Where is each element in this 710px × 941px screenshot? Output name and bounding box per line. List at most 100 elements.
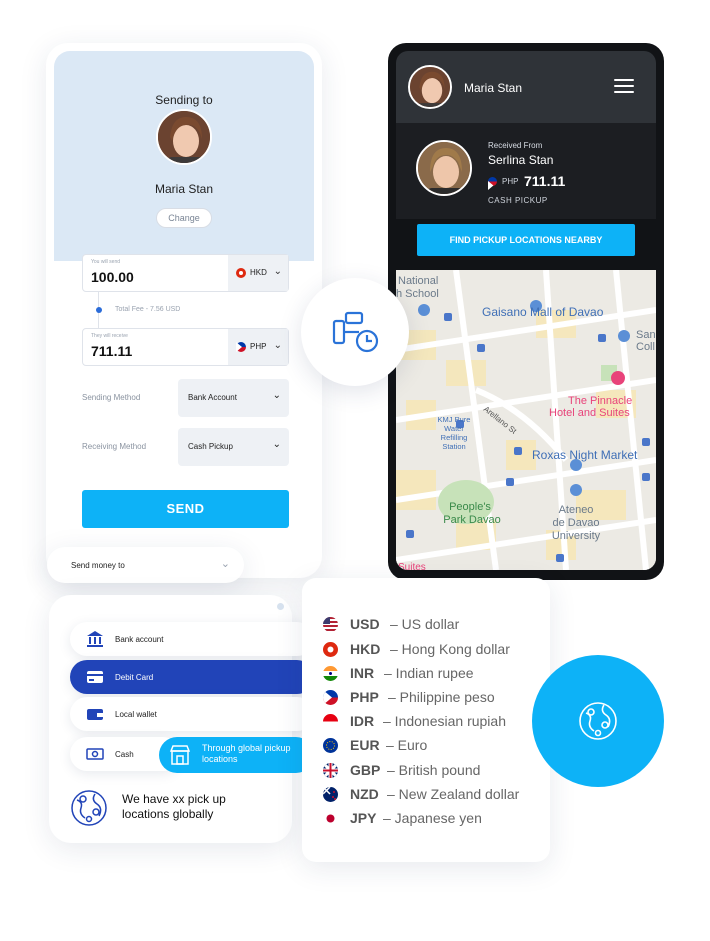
method-debit-card[interactable]: Debit Card	[70, 660, 314, 694]
us-flag-icon	[323, 617, 338, 632]
currency-code: PHP	[350, 689, 379, 705]
currency-code: NZD	[350, 786, 379, 802]
currency-name: – Hong Kong dollar	[390, 641, 510, 657]
receive-currency-select[interactable]: PHP ⌄	[228, 329, 288, 365]
user-avatar[interactable]	[408, 65, 452, 109]
send-currency-select[interactable]: HKD ⌄	[228, 255, 288, 291]
ph-flag-icon	[323, 690, 338, 705]
method-wallet-label: Local wallet	[115, 710, 157, 719]
svg-text:KMJ Pure: KMJ Pure	[438, 415, 471, 424]
currency-code: INR	[350, 665, 375, 681]
globe-pins-icon	[579, 702, 617, 740]
gb-flag-icon	[323, 763, 338, 778]
chevron-down-icon: ⌄	[220, 558, 230, 570]
wallet-icon	[87, 709, 103, 720]
global-pickup-label: Through global pickup locations	[202, 743, 291, 764]
svg-text:Suites: Suites	[398, 562, 426, 570]
currency-code: GBP	[350, 762, 381, 778]
send-button[interactable]: SEND	[82, 490, 289, 528]
currency-name: – Indonesian rupiah	[383, 713, 506, 729]
svg-text:SanColl: San Coll	[636, 329, 656, 353]
received-from-panel: Received From Serlina Stan PHP 711.11 CA…	[396, 123, 656, 219]
svg-text:Hotel and Suites: Hotel and Suites	[549, 407, 630, 419]
svg-text:de Davao: de Davao	[552, 517, 599, 529]
bank-icon	[87, 631, 103, 647]
receiving-method-select[interactable]: Cash Pickup ⌄	[178, 428, 289, 466]
in-flag-icon	[323, 666, 338, 681]
received-amount: 711.11	[524, 173, 566, 189]
user-name: Maria Stan	[464, 81, 523, 95]
svg-text:Station: Station	[442, 442, 465, 451]
currency-name: – US dollar	[390, 616, 460, 632]
receive-currency-code: PHP	[250, 342, 267, 351]
sending-method-label: Sending Method	[82, 393, 141, 402]
phone-mockup: Maria Stan Received From Serlina Stan PH…	[388, 43, 664, 580]
eu-flag-icon	[323, 738, 338, 753]
recipient-name: Maria Stan	[154, 182, 214, 196]
send-amount-field[interactable]: You will send 100.00 HKD ⌄	[82, 254, 289, 292]
pickup-locations-note: We have xx pick up locations globally	[122, 792, 226, 821]
svg-text:The Pinnacle: The Pinnacle	[568, 395, 632, 407]
globe-pins-icon	[71, 790, 107, 826]
send-amount-value[interactable]: 100.00	[91, 269, 134, 285]
method-debit-label: Debit Card	[115, 673, 154, 682]
pickup-map[interactable]: National h School Gaisano Mall of Davao S…	[396, 270, 656, 570]
transfer-clock-icon	[332, 311, 379, 353]
global-pickup-option[interactable]: Through global pickup locations	[159, 737, 314, 773]
svg-text:Ateneo: Ateneo	[559, 504, 594, 516]
sender-avatar	[416, 140, 472, 196]
received-currency: PHP	[502, 177, 519, 186]
svg-text:University: University	[552, 530, 601, 542]
svg-text:Roxas Night Market: Roxas Night Market	[532, 448, 638, 462]
sending-to-label: Sending to	[155, 93, 213, 107]
change-recipient-button[interactable]: Change	[156, 208, 212, 228]
svg-text:People's: People's	[449, 501, 491, 513]
svg-text:Water: Water	[444, 424, 464, 433]
jp-flag-icon	[323, 811, 338, 826]
send-money-to-dropdown[interactable]: Send money to ⌄	[47, 547, 244, 583]
sending-method-value: Bank Account	[188, 393, 237, 402]
phone-header: Maria Stan	[396, 51, 656, 123]
chevron-down-icon: ⌄	[273, 266, 282, 277]
receive-amount-value[interactable]: 711.11	[91, 343, 132, 359]
chevron-down-icon: ⌄	[273, 340, 282, 351]
hk-flag-icon	[323, 642, 338, 657]
currency-name: – Japanese yen	[383, 810, 482, 826]
global-locations-badge	[532, 655, 664, 787]
sending-method-select[interactable]: Bank Account ⌄	[178, 379, 289, 417]
method-bank-account[interactable]: Bank account	[70, 622, 314, 656]
receive-amount-field[interactable]: They will receive 711.11 PHP ⌄	[82, 328, 289, 366]
currency-code: IDR	[350, 713, 375, 729]
sender-name: Serlina Stan	[488, 153, 554, 167]
currency-list-card: USD – US dollar HKD – Hong Kong dollar I…	[302, 578, 550, 862]
card-icon	[87, 671, 103, 683]
send-amount-label: You will send	[91, 259, 121, 265]
decor-dot	[277, 603, 284, 610]
currency-name: – Indian rupee	[384, 665, 474, 681]
receiving-method-value: Cash Pickup	[188, 442, 233, 451]
currency-code: JPY	[350, 810, 377, 826]
method-bank-label: Bank account	[115, 635, 164, 644]
payout-methods-card: Bank account Debit Card Local wallet Cas…	[49, 595, 314, 843]
send-currency-code: HKD	[250, 268, 267, 277]
receive-amount-label: They will receive	[91, 333, 128, 339]
transfer-schedule-badge	[301, 278, 409, 386]
id-flag-icon	[323, 714, 338, 729]
currency-name: – Euro	[386, 737, 428, 753]
receiving-method-label: Receiving Method	[82, 442, 147, 451]
find-pickup-locations-button[interactable]: FIND PICKUP LOCATIONS NEARBY	[417, 224, 635, 256]
method-cash-label: Cash	[115, 750, 134, 759]
currency-code: HKD	[350, 641, 381, 657]
currency-name: – British pound	[387, 762, 481, 778]
svg-text:Park Davao: Park Davao	[443, 514, 500, 526]
nz-flag-icon	[323, 787, 338, 802]
method-local-wallet[interactable]: Local wallet	[70, 697, 314, 731]
chevron-down-icon: ⌄	[272, 439, 281, 450]
cash-icon	[86, 748, 104, 760]
currency-name: – Philippine peso	[388, 689, 495, 705]
hamburger-menu-icon[interactable]	[614, 79, 634, 93]
currency-name: – New Zealand dollar	[387, 786, 520, 802]
chevron-down-icon: ⌄	[272, 390, 281, 401]
ph-flag-icon	[488, 177, 497, 190]
received-from-label: Received From	[488, 141, 543, 150]
